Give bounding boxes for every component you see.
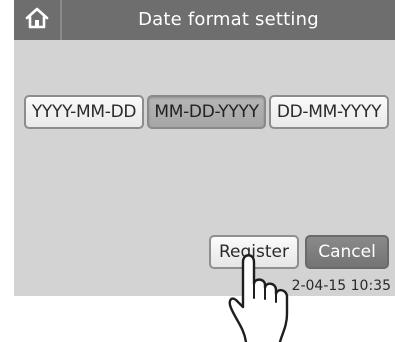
home-button[interactable] xyxy=(14,0,62,40)
page-title: Date format setting xyxy=(138,9,319,30)
device-screen: Date format setting YYYY-MM-DD MM-DD-YYY… xyxy=(14,0,395,296)
format-option-dd-mm-yyyy[interactable]: DD-MM-YYYY xyxy=(269,95,389,129)
title-bar: Date format setting xyxy=(14,0,395,40)
datetime-display: 2-04-15 10:35 xyxy=(291,278,391,294)
format-option-yyyy-mm-dd[interactable]: YYYY-MM-DD xyxy=(24,95,144,129)
format-option-mm-dd-yyyy[interactable]: MM-DD-YYYY xyxy=(147,95,266,129)
home-icon xyxy=(24,6,50,34)
cancel-button[interactable]: Cancel xyxy=(305,235,389,269)
pointing-hand-icon xyxy=(228,254,289,342)
